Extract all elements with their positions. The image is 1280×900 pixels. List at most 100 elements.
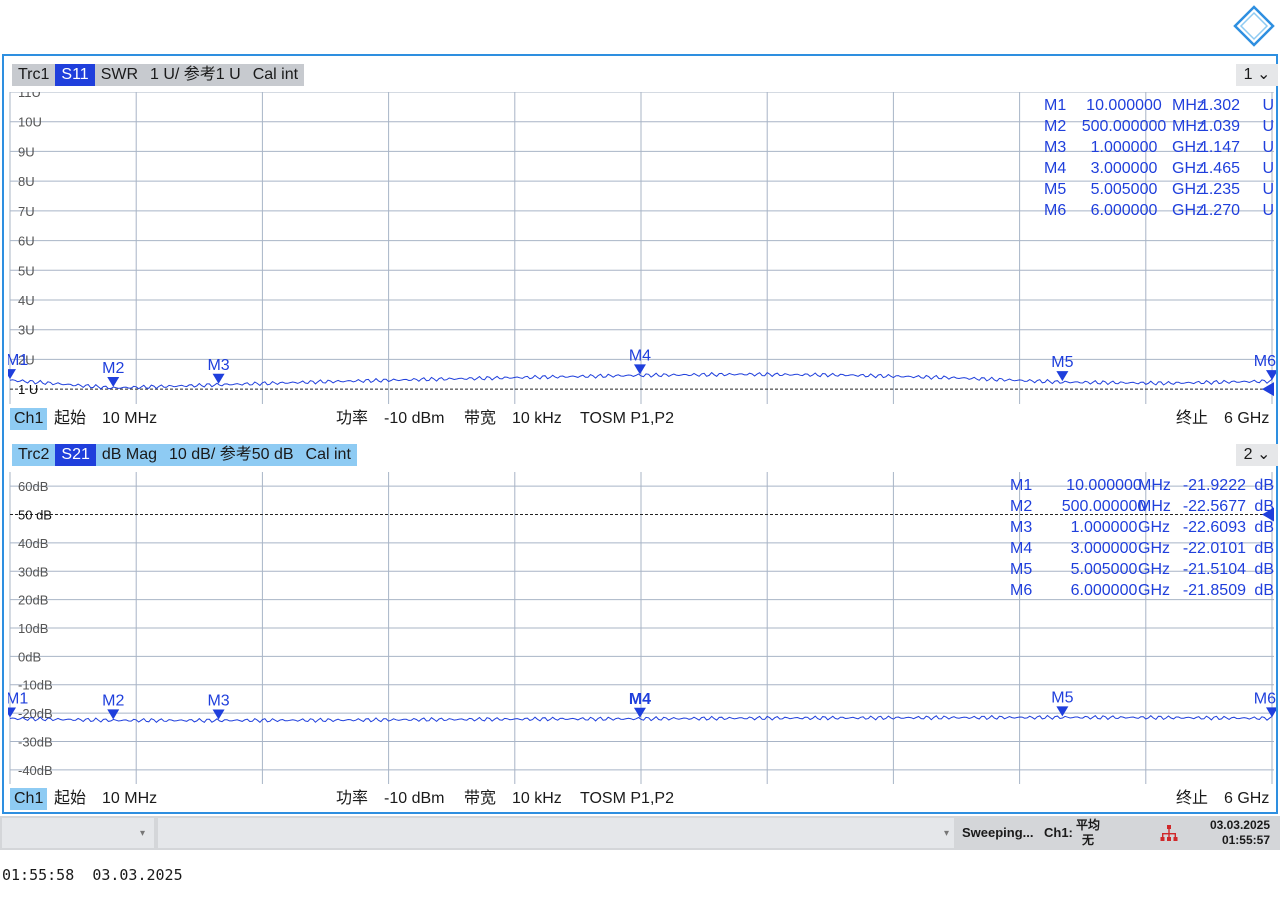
marker-m5[interactable]: M5 — [1051, 354, 1074, 382]
marker-triangle-icon[interactable] — [8, 707, 16, 718]
trace2-scale[interactable]: 10 dB/ 参考50 dB — [163, 444, 300, 466]
reference-marker-icon[interactable] — [1262, 382, 1274, 397]
trace2-format[interactable]: dB Mag — [95, 444, 164, 466]
marker-m1[interactable]: M1 — [8, 352, 28, 380]
bandwidth-value[interactable]: 10 kHz — [512, 408, 562, 430]
marker-triangle-icon[interactable] — [107, 709, 120, 720]
marker-label: M2 — [102, 360, 124, 377]
marker-readout-row[interactable]: M5 5.005000 GHz1.235 U — [1044, 181, 1274, 198]
cal-type[interactable]: TOSM P1,P2 — [580, 788, 674, 810]
marker-triangle-icon[interactable] — [1266, 707, 1276, 718]
marker-readout-row[interactable]: M3 1.000000 GHz1.147 U — [1044, 139, 1274, 156]
marker-readout-row[interactable]: M5 5.005000 GHz -21.5104 dB — [1010, 561, 1274, 578]
y-tick-label: 20dB — [18, 593, 48, 608]
marker-m4[interactable]: M4 — [629, 691, 651, 718]
marker-m3[interactable]: M3 — [207, 692, 230, 720]
footer-date: 03.03.2025 — [92, 866, 183, 884]
marker-readout-row[interactable]: M4 3.000000 GHz1.465 U — [1044, 160, 1274, 177]
marker-readout-row[interactable]: M2 500.000000MHz -22.5677 dB — [1010, 498, 1274, 515]
marker-triangle-icon[interactable] — [1056, 706, 1069, 717]
softkey-field-2[interactable]: ▾ — [158, 818, 954, 848]
marker-m2[interactable]: M2 — [102, 360, 124, 387]
s21-plot-svg[interactable]: 60dB40dB30dB20dB10dB0dB-10dB-20dB-30dB-4… — [8, 472, 1276, 784]
channel-label[interactable]: Ch1 — [10, 408, 48, 430]
network-icon — [1160, 824, 1178, 842]
footer-time: 01:55:58 — [2, 866, 75, 884]
diagram1-dropdown[interactable]: 1 ⌄ — [1236, 64, 1278, 86]
readout-value-unit: U — [1262, 139, 1274, 156]
power-value[interactable]: -10 dBm — [384, 788, 444, 810]
marker-readout-row[interactable]: M6 6.000000 GHz -21.8509 dB — [1010, 582, 1274, 599]
softkey-field-1[interactable]: ▾ — [2, 818, 154, 848]
readout-value: -21.8509 — [1183, 582, 1246, 599]
start-value[interactable]: 10 MHz — [102, 788, 157, 810]
channel-label[interactable]: Ch1 — [10, 788, 48, 810]
marker-m6[interactable]: M6 — [1254, 353, 1276, 381]
trace2-cal[interactable]: Cal int — [299, 444, 357, 466]
bandwidth-label: 带宽 — [464, 790, 497, 807]
readout-marker: M6 — [1010, 582, 1032, 599]
marker-triangle-icon[interactable] — [1266, 370, 1276, 381]
trace1-format[interactable]: SWR — [94, 64, 145, 86]
marker-label: M3 — [207, 692, 229, 709]
marker-triangle-icon[interactable] — [1056, 371, 1069, 382]
readout-value: -21.5104 — [1183, 561, 1246, 578]
trace2-param[interactable]: S21 — [55, 444, 96, 466]
readout-marker: M4 — [1044, 160, 1066, 177]
readout-value-unit: dB — [1254, 477, 1274, 494]
diagram2-number: 2 — [1243, 446, 1253, 463]
rohde-schwarz-logo — [1232, 4, 1276, 48]
cal-type[interactable]: TOSM P1,P2 — [580, 408, 674, 430]
stop-value[interactable]: 6 GHz — [1224, 788, 1269, 810]
marker-m4[interactable]: M4 — [629, 347, 651, 375]
marker-triangle-icon[interactable] — [212, 373, 225, 384]
marker-readout-row[interactable]: M3 1.000000 GHz -22.6093 dB — [1010, 519, 1274, 536]
marker-triangle-icon[interactable] — [8, 369, 16, 380]
trace2-name[interactable]: Trc2 — [12, 444, 56, 466]
status-bar: ▾ ▾ Sweeping... Ch1: 平均 无 03.03.2025 01:… — [0, 816, 1280, 850]
readout-frequency: 500.000000 — [1062, 498, 1147, 515]
trace2-header[interactable]: Trc2 S21 dB Mag 10 dB/ 参考50 dB Cal int — [12, 444, 357, 466]
marker-readout-row[interactable]: M2 500.000000 MHz1.039 U — [1044, 118, 1274, 135]
marker-triangle-icon[interactable] — [212, 709, 225, 720]
y-tick-label: -30dB — [18, 734, 53, 749]
trace1-header[interactable]: Trc1 S11 SWR 1 U/ 参考1 U Cal int — [12, 64, 305, 86]
diagram2-dropdown[interactable]: 2 ⌄ — [1236, 444, 1278, 466]
marker-triangle-icon[interactable] — [107, 376, 120, 387]
readout-frequency: 5.005000 — [1071, 561, 1138, 578]
stop-value[interactable]: 6 GHz — [1224, 408, 1269, 430]
marker-label: M6 — [1254, 353, 1276, 370]
s11-plot-svg[interactable]: 11U10U9U8U7U6U5U4U3U2U1 UM1 M2 M3M4 M5 M6M1 1… — [8, 92, 1276, 404]
readout-frequency: 3.000000 — [1071, 540, 1138, 557]
channel-status: Ch1: — [1044, 825, 1073, 840]
marker-m3[interactable]: M3 — [207, 357, 230, 384]
screenshot-timestamp: 01:55:58 03.03.2025 — [2, 866, 183, 884]
readout-value: -22.6093 — [1183, 519, 1246, 536]
trace1-name[interactable]: Trc1 — [12, 64, 56, 86]
s11-chart[interactable]: 11U 10U 9U 8U 7U 6U 5U 4U 3U 2U 1 U M1 M2 M3 M4 M5 M6 M1 1… — [8, 92, 1276, 404]
readout-value: 1.147 — [1200, 139, 1240, 156]
average-label: 平均 — [1076, 818, 1101, 832]
channel1-info-bar[interactable]: Ch1 起始 10 MHz 功率 -10 dBm 带宽 10 kHz TOSM … — [10, 408, 1280, 430]
start-value[interactable]: 10 MHz — [102, 408, 157, 430]
y-tick-label: 9U — [18, 144, 35, 159]
channel2-info-bar[interactable]: Ch1 起始 10 MHz 功率 -10 dBm 带宽 10 kHz TOSM … — [10, 788, 1280, 810]
trace1-cal[interactable]: Cal int — [246, 64, 305, 86]
readout-marker: M1 — [1010, 477, 1032, 494]
marker-triangle-icon[interactable] — [633, 364, 646, 375]
readout-value-unit: U — [1262, 97, 1274, 114]
marker-label: M5 — [1051, 354, 1073, 371]
y-tick-label: 30dB — [18, 564, 48, 579]
marker-m5[interactable]: M5 — [1051, 689, 1074, 717]
trace1-param[interactable]: S11 — [55, 64, 95, 86]
bandwidth-value[interactable]: 10 kHz — [512, 788, 562, 810]
marker-m2[interactable]: M2 — [102, 692, 124, 720]
readout-marker: M5 — [1044, 181, 1066, 198]
s21-chart[interactable]: 60dB 40dB 30dB 20dB 10dB 0dB -10dB -20dB -30dB -4… — [8, 472, 1276, 784]
y-tick-label: 10U — [18, 115, 42, 130]
readout-value-unit: dB — [1254, 540, 1274, 557]
marker-readout-row[interactable]: M1 10.000000 MHz1.302 U — [1044, 97, 1274, 114]
marker-readout-row[interactable]: M1 10.000000MHz -21.9222 dB — [1010, 477, 1274, 494]
trace1-scale[interactable]: 1 U/ 参考1 U — [144, 64, 247, 86]
power-value[interactable]: -10 dBm — [384, 408, 444, 430]
